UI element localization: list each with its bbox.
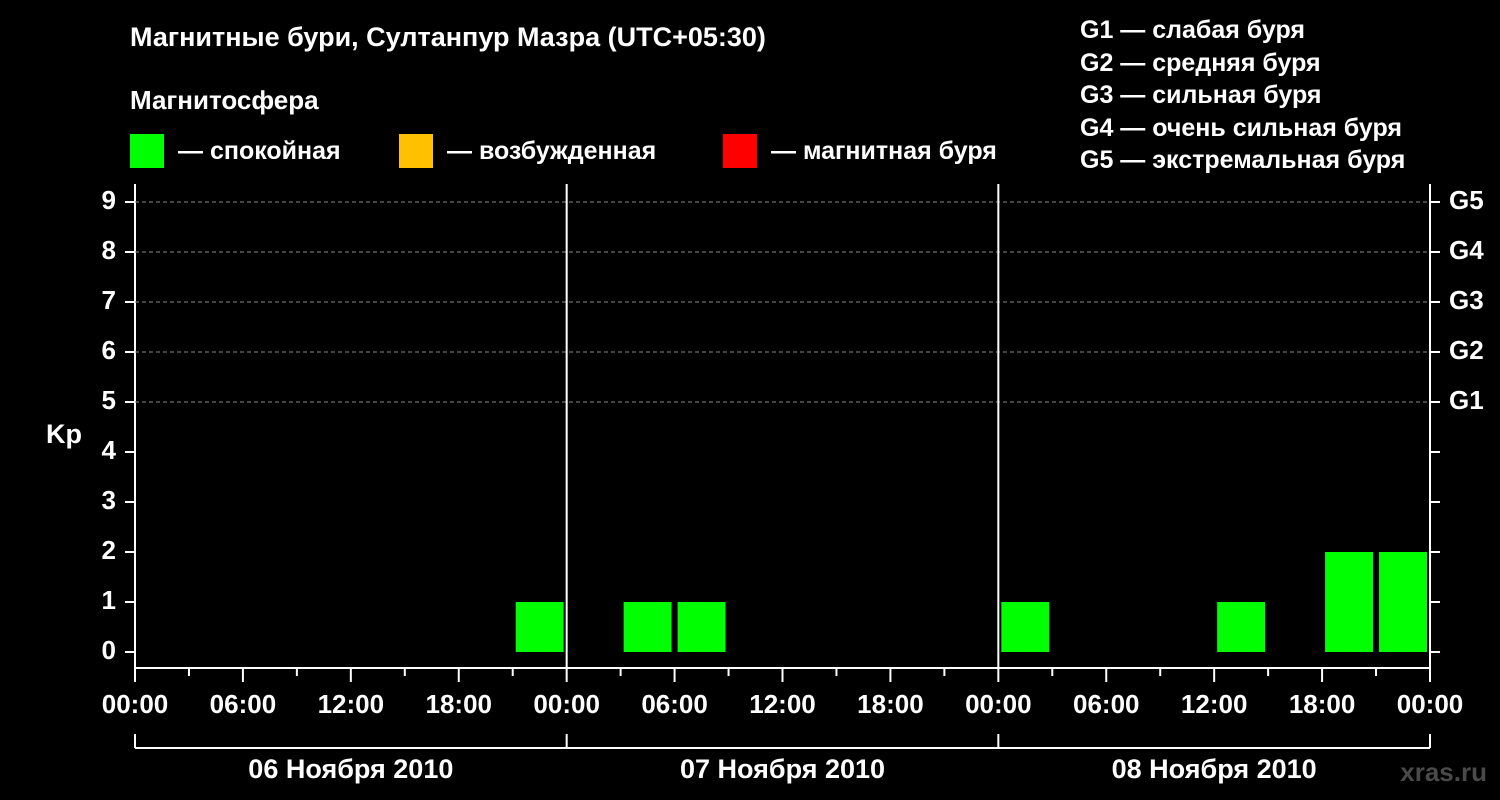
x-tick-label: 12:00 bbox=[749, 689, 816, 719]
x-tick-label: 18:00 bbox=[857, 689, 924, 719]
x-tick-label: 00:00 bbox=[965, 689, 1032, 719]
chart-root: Магнитные бури, Султанпур Мазра (UTC+05:… bbox=[0, 0, 1500, 800]
kp-bar bbox=[1379, 552, 1427, 652]
g-level-label: G5 bbox=[1449, 185, 1484, 215]
kp-bar-chart: Kp xras.ru 0 1 2 3 4 5 6 7 8 9 G1 G2 G3 G4 G5 00:00 06:0… bbox=[46, 184, 1487, 787]
kp-bar bbox=[1217, 602, 1266, 652]
y-tick-label: 1 bbox=[102, 585, 116, 615]
y-tick-label: 0 bbox=[102, 635, 116, 665]
g-level-label: G4 bbox=[1449, 235, 1484, 265]
y-tick-label: 7 bbox=[102, 285, 116, 315]
y-tick-label: 9 bbox=[102, 185, 116, 215]
kp-bar bbox=[1001, 602, 1050, 652]
kp-bar bbox=[677, 602, 726, 652]
x-tick-label: 06:00 bbox=[641, 689, 708, 719]
x-tick-label: 00:00 bbox=[1397, 689, 1464, 719]
kp-bar bbox=[515, 602, 564, 652]
x-tick-label: 18:00 bbox=[1289, 689, 1356, 719]
x-tick-label: 06:00 bbox=[1073, 689, 1140, 719]
g-level-label: G3 bbox=[1449, 285, 1484, 315]
kp-bar bbox=[623, 602, 672, 652]
day-label: 07 Ноября 2010 bbox=[680, 754, 885, 784]
y-tick-label: 4 bbox=[102, 435, 117, 465]
day-label: 06 Ноября 2010 bbox=[248, 754, 453, 784]
x-tick-label: 06:00 bbox=[210, 689, 277, 719]
y-tick-label: 8 bbox=[102, 235, 116, 265]
y-tick-label: 6 bbox=[102, 335, 116, 365]
g-level-label: G2 bbox=[1449, 335, 1484, 365]
x-tick-label: 18:00 bbox=[426, 689, 493, 719]
y-axis-label: Kp bbox=[46, 419, 82, 449]
day-label: 08 Ноября 2010 bbox=[1112, 754, 1317, 784]
x-tick-label: 12:00 bbox=[1181, 689, 1248, 719]
watermark: xras.ru bbox=[1400, 757, 1487, 787]
g-level-label: G1 bbox=[1449, 385, 1484, 415]
y-tick-label: 3 bbox=[102, 485, 116, 515]
y-tick-label: 2 bbox=[102, 535, 116, 565]
x-tick-label: 00:00 bbox=[102, 689, 169, 719]
x-tick-label: 12:00 bbox=[318, 689, 385, 719]
y-tick-label: 5 bbox=[102, 385, 116, 415]
kp-bar bbox=[1325, 552, 1374, 652]
x-tick-label: 00:00 bbox=[533, 689, 600, 719]
